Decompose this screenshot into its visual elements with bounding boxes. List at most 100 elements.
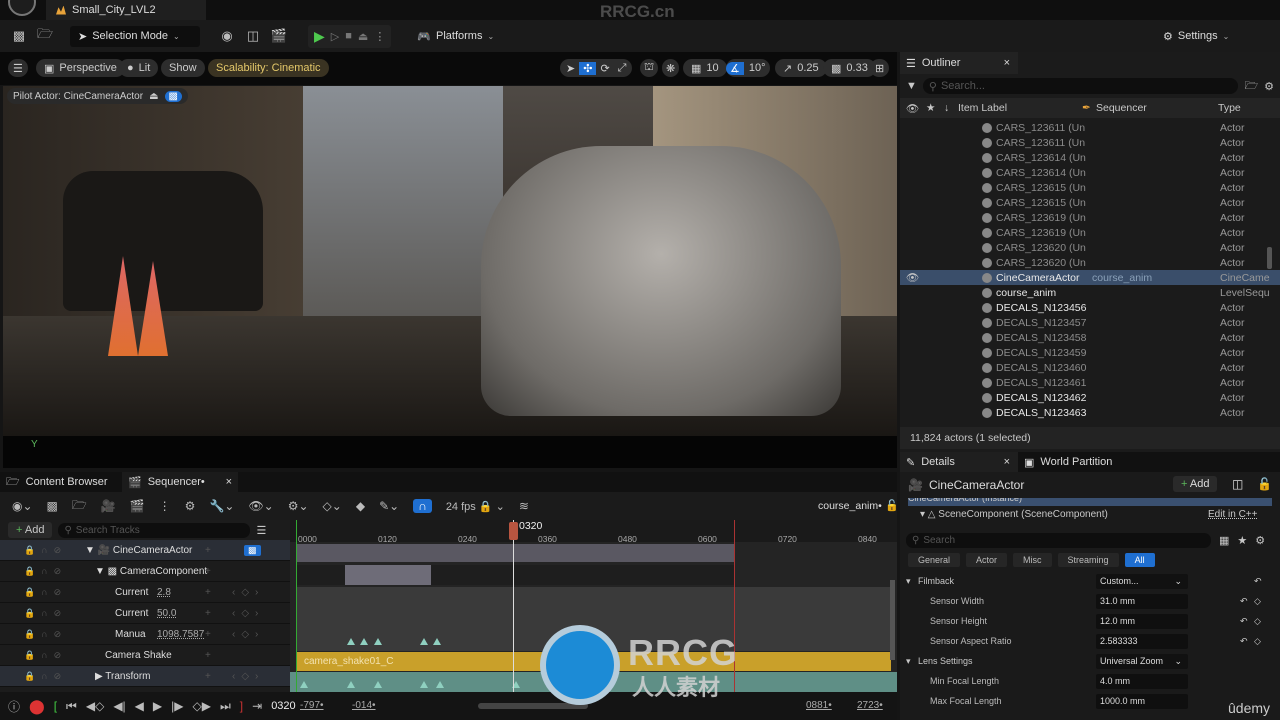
keyframe[interactable] xyxy=(360,638,368,645)
prev-frame-icon[interactable]: ◀| xyxy=(113,699,125,713)
close-icon[interactable]: × xyxy=(226,476,232,488)
set-start-icon[interactable]: [ xyxy=(54,699,57,713)
blueprint-icon[interactable]: ◫ xyxy=(244,27,262,45)
outliner-row[interactable]: CARS_123620 (Un Actor xyxy=(900,240,1280,255)
actions-icon[interactable]: ⚙ xyxy=(185,499,196,513)
save-icon[interactable]: ▩ xyxy=(47,499,58,513)
add-component-button[interactable]: + Add xyxy=(1173,476,1218,492)
visibility-icon[interactable]: 👁 xyxy=(906,102,919,115)
actor-section-bar[interactable] xyxy=(296,544,734,562)
component-row[interactable]: ▾ △ SceneComponent (SceneComponent) Edit… xyxy=(900,506,1280,523)
category-tab-actor[interactable]: Actor xyxy=(966,553,1008,567)
step-icon[interactable]: ▷ xyxy=(331,30,339,43)
property-value-input[interactable]: 4.0 mm xyxy=(1096,673,1188,689)
key-nav-icon[interactable]: ‹◇› xyxy=(232,608,264,619)
track-value[interactable]: 50.0 xyxy=(157,608,176,619)
content-browser-tab[interactable]: 🗁 Content Browser xyxy=(0,472,108,492)
lens-header[interactable]: ▾ Lens Settings Universal Zoom ⌄ xyxy=(900,651,1280,671)
prev-key-icon[interactable]: ◀◇ xyxy=(86,699,104,713)
col-sequencer[interactable]: Sequencer xyxy=(1096,102,1147,114)
lens-preset-dropdown[interactable]: Universal Zoom ⌄ xyxy=(1096,653,1188,669)
play-icon[interactable]: ▶ xyxy=(314,28,325,45)
perspective-button[interactable]: ▣ Perspective xyxy=(36,59,125,77)
lock-icon[interactable]: 🔓 xyxy=(885,499,899,512)
render-movie-icon[interactable]: 🎬 xyxy=(130,499,145,513)
gear-icon[interactable]: ⚙ xyxy=(1264,80,1274,93)
jump-end-icon[interactable]: ⏭ xyxy=(220,699,231,714)
add-track-button[interactable]: + Add xyxy=(8,522,53,538)
current-frame[interactable]: 0320 xyxy=(271,700,295,712)
start-marker[interactable] xyxy=(296,520,297,692)
lock-icon[interactable]: 🔓 xyxy=(1257,477,1272,491)
filter-icon[interactable]: ☰ xyxy=(256,524,266,537)
outliner-row[interactable]: CARS_123619 (Un Actor xyxy=(900,225,1280,240)
close-icon[interactable]: × xyxy=(1004,57,1010,69)
lock-icon[interactable]: 🔒∩⊘ xyxy=(24,650,67,661)
track-row[interactable]: 🔒∩⊘ Current 2.8 + ‹◇› xyxy=(0,582,290,603)
details-tab[interactable]: ✎ Details × xyxy=(900,452,1018,472)
col-item-label[interactable]: Item Label xyxy=(958,102,1007,114)
blueprint-icon[interactable]: ◫ xyxy=(1232,477,1243,491)
add-key-icon[interactable]: + xyxy=(205,629,211,640)
camera-speed-button[interactable]: ▩ 0.33 xyxy=(823,59,876,77)
keyframe[interactable] xyxy=(300,681,308,688)
filmback-header[interactable]: ▾ Filmback Custom... ⌄ ↶ xyxy=(900,571,1280,591)
outliner-tab[interactable]: ☰ Outliner × xyxy=(900,52,1018,74)
pencil-icon[interactable]: ✎⌄ xyxy=(379,499,399,513)
stop-icon[interactable]: ■ xyxy=(345,30,352,42)
level-tab[interactable]: Small_City_LVL2 xyxy=(46,0,206,20)
add-key-icon[interactable]: + xyxy=(205,608,211,619)
keyframe[interactable] xyxy=(433,638,441,645)
keyframe[interactable] xyxy=(347,681,355,688)
move-tool-icon[interactable]: ✣ xyxy=(579,61,597,75)
property-value-input[interactable]: 12.0 mm xyxy=(1096,613,1188,629)
keyframe-icon[interactable]: ◇ xyxy=(1254,616,1261,627)
lock-icon[interactable]: 🔒∩⊘ xyxy=(24,629,67,640)
edit-cpp-link[interactable]: Edit in C++ xyxy=(1208,509,1257,520)
eject-pilot-icon[interactable]: ⏏ xyxy=(149,91,158,102)
sequencer-tab[interactable]: 🎬 Sequencer• × xyxy=(122,472,238,492)
lock-icon[interactable]: 🔒∩⊘ xyxy=(24,545,67,556)
filmback-preset-dropdown[interactable]: Custom... ⌄ xyxy=(1096,573,1188,589)
browse-icon[interactable]: 🗁 xyxy=(72,496,87,517)
key-nav-icon[interactable]: ‹◇› xyxy=(232,671,264,682)
view-start-field[interactable]: -797• xyxy=(300,700,324,711)
outliner-row[interactable]: course_anim LevelSequ xyxy=(900,285,1280,300)
world-icon[interactable]: ◉⌄ xyxy=(12,499,33,513)
reset-icon[interactable]: ↶ xyxy=(1254,576,1262,587)
show-button[interactable]: Show xyxy=(161,59,205,77)
keyframe[interactable] xyxy=(347,638,355,645)
pin-icon[interactable]: ↓ xyxy=(944,102,949,114)
details-search-input[interactable]: ⚲ Search xyxy=(906,532,1211,548)
keyframe[interactable] xyxy=(374,681,382,688)
category-tab-all[interactable]: All xyxy=(1124,553,1155,567)
camera-view-icon[interactable]: ▩ xyxy=(164,90,182,102)
curve-editor-icon[interactable]: ≋ xyxy=(519,499,529,513)
browse-icon[interactable]: 🗁 xyxy=(36,26,54,45)
keyframe[interactable] xyxy=(420,681,428,688)
category-tab-misc[interactable]: Misc xyxy=(1013,553,1052,567)
layout-icon[interactable]: ⊞ xyxy=(870,59,890,77)
visibility-icon[interactable]: 👁 xyxy=(906,271,919,284)
coordinate-space-icon[interactable]: ⛫ xyxy=(640,59,659,77)
view-icon[interactable]: 👁⌄ xyxy=(248,499,273,513)
outliner-row[interactable]: CARS_123619 (Un Actor xyxy=(900,210,1280,225)
world-partition-tab[interactable]: ▣ World Partition xyxy=(1018,452,1112,472)
track-row[interactable]: 🔒∩⊘ ▼ 🎥 CineCameraActor + ▩ xyxy=(0,540,290,561)
table-view-icon[interactable]: ▦ xyxy=(1219,534,1229,547)
playback-end-field[interactable]: 0881• xyxy=(806,700,832,711)
settings-dropdown[interactable]: ⚙ Settings ⌄ xyxy=(1155,26,1237,47)
add-key-icon[interactable]: + xyxy=(205,566,211,577)
outliner-row[interactable]: DECALS_N123456 Actor xyxy=(900,300,1280,315)
set-end-icon[interactable]: ] xyxy=(240,699,243,713)
filter-icon[interactable]: ▼ xyxy=(906,80,917,92)
outliner-row[interactable]: CARS_123614 (Un Actor xyxy=(900,165,1280,180)
add-actor-icon[interactable]: ◉ xyxy=(218,27,236,45)
keyframe-icon[interactable]: ◇ xyxy=(1254,636,1261,647)
playhead-handle[interactable] xyxy=(509,522,518,540)
time-ruler[interactable]: 0000 0120 0240 0360 0480 0600 0720 0840 xyxy=(290,520,897,544)
gear-icon[interactable]: ⚙ xyxy=(1255,534,1265,547)
add-key-icon[interactable]: + xyxy=(205,671,211,682)
track-row[interactable]: 🔒∩⊘ Manua 1098.7587 + ‹◇› xyxy=(0,624,290,645)
level-viewport[interactable]: Pilot Actor: CineCameraActor ⏏ ▩ xyxy=(3,86,897,436)
